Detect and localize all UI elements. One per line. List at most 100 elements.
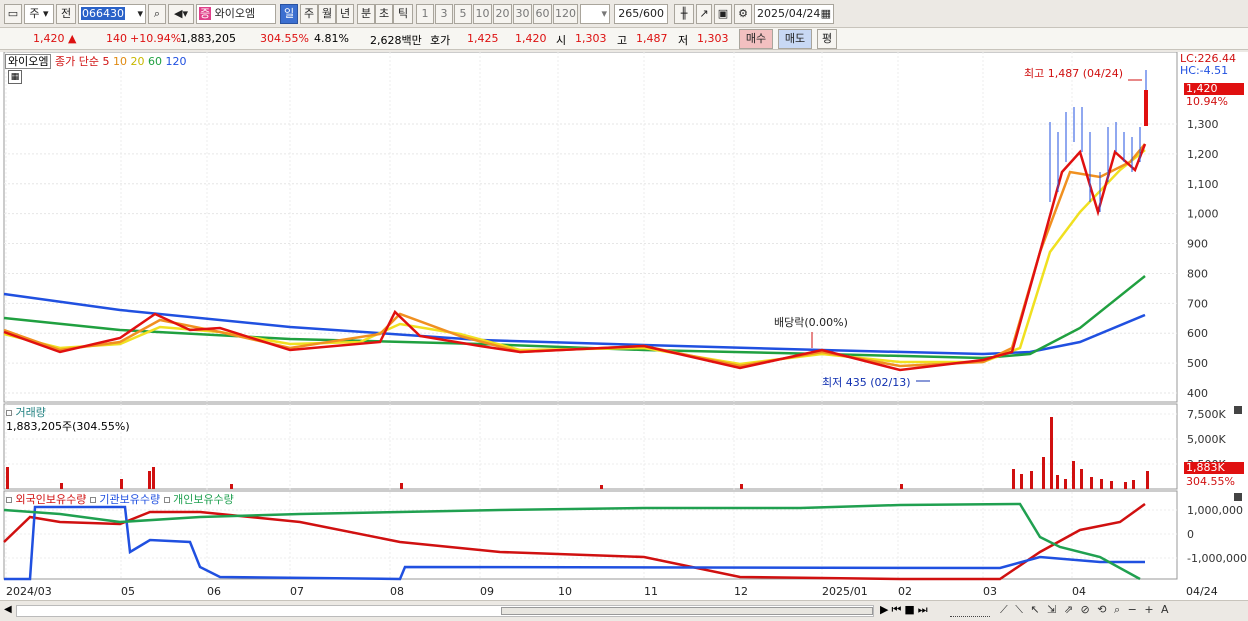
- legend-ma60: 60: [147, 55, 162, 68]
- minute-120[interactable]: 120: [553, 4, 578, 24]
- code-input[interactable]: 066430 ▾: [78, 4, 146, 24]
- code-value: 066430: [81, 7, 125, 20]
- chart-canvas[interactable]: 1,3001,2001,1001,00090080070060050040020…: [0, 51, 1248, 600]
- tab-year[interactable]: 년: [336, 4, 354, 24]
- scroll-thumb[interactable]: [501, 607, 873, 615]
- minute-60[interactable]: 60: [533, 4, 552, 24]
- chart-area: 1,300 1,200 1,100 1,000 900 800 700 600 500 400 20…: [0, 51, 1248, 600]
- stock-name-field[interactable]: 증 와이오엠: [196, 4, 276, 24]
- panel-marker-icon: [6, 497, 12, 503]
- calculator-icon[interactable]: ▦: [8, 70, 22, 84]
- time-tick-label: 03: [983, 585, 997, 598]
- legend-ma5: 5: [102, 55, 110, 68]
- price-tick-label: 1,200: [1187, 148, 1219, 161]
- menu-icon[interactable]: ▭: [4, 4, 22, 24]
- horizontal-scrollbar[interactable]: [16, 605, 874, 617]
- price-tick-label: 400: [1187, 387, 1208, 400]
- minute-1[interactable]: 1: [416, 4, 434, 24]
- count-input[interactable]: 265/600: [614, 4, 668, 24]
- amount-value: 2,628백만: [370, 34, 422, 47]
- current-price: 1,420: [33, 32, 65, 45]
- price-tick-label: 1,100: [1187, 178, 1219, 191]
- time-tick-label: 05: [121, 585, 135, 598]
- panel-marker-icon: [89, 497, 96, 503]
- evaluate-button[interactable]: 평: [817, 29, 837, 49]
- price-tick-label: 600: [1187, 327, 1208, 340]
- volume-bar: [6, 467, 9, 489]
- save-icon[interactable]: ▣: [714, 4, 732, 24]
- tab-second[interactable]: 초: [375, 4, 393, 24]
- prev-button[interactable]: 전: [56, 4, 76, 24]
- tab-day[interactable]: 일: [280, 4, 298, 24]
- tab-tick[interactable]: 틱: [393, 4, 413, 24]
- volume-bar: [1080, 469, 1083, 489]
- quote-bar: 1,420 ▲ 140 +10.94% 1,883,205 304.55% 4.…: [0, 28, 1248, 50]
- dividend-annotation: 배당락(0.00%): [774, 316, 848, 329]
- volume-last-tag: 1,883K: [1184, 462, 1244, 474]
- legend-individual: 개인보유수량: [173, 493, 234, 506]
- draw-icon[interactable]: ↗: [696, 4, 712, 24]
- tab-week[interactable]: 주: [300, 4, 318, 24]
- minute-3[interactable]: 3: [435, 4, 453, 24]
- custom-period-select[interactable]: ▾: [580, 4, 610, 24]
- count-total: /600: [639, 7, 664, 20]
- volume-tick-label: 7,500K: [1187, 408, 1226, 421]
- scroll-left-icon[interactable]: ◀: [4, 604, 12, 615]
- volume-bar: [1146, 471, 1149, 489]
- time-tick-label: 11: [644, 585, 658, 598]
- high-annotation: 최고 1,487 (04/24): [1024, 67, 1124, 80]
- market-select[interactable]: 주 ▾: [24, 4, 54, 24]
- gear-icon[interactable]: ⚙: [734, 4, 752, 24]
- ask-label: 호가: [430, 34, 451, 47]
- volume-value: 1,883,205: [180, 32, 236, 45]
- volume-bar: [1124, 482, 1127, 489]
- volume-bar: [148, 471, 151, 489]
- search-icon[interactable]: ⌕: [148, 4, 166, 24]
- playback-controls[interactable]: ▶⏮■⏭: [880, 603, 931, 617]
- last-price-tag: 1,420: [1184, 83, 1244, 95]
- open-value: 1,303: [575, 32, 607, 45]
- count-value: 265: [618, 7, 640, 20]
- date-input[interactable]: 2025/04/24 ▦: [754, 4, 834, 24]
- tab-month[interactable]: 월: [318, 4, 336, 24]
- volume-bar: [1064, 479, 1067, 489]
- panel-marker-icon: [6, 410, 12, 416]
- draw-tools[interactable]: ⟋ ⟍ ↖ ⇲ ⇗ ⊘ ⟲ ⌕ − + A: [1000, 603, 1171, 617]
- time-tick-label: 12: [734, 585, 748, 598]
- volume-close-icon[interactable]: [1234, 406, 1242, 414]
- buy-button[interactable]: 매수: [739, 29, 773, 49]
- low-value: 1,303: [697, 32, 729, 45]
- price-legend: 와이오엠 종가 단순 5 10 20 60 120: [5, 53, 186, 69]
- candle-icon[interactable]: ╫: [674, 4, 694, 24]
- time-tick-label: 06: [207, 585, 221, 598]
- sell-button[interactable]: 매도: [778, 29, 812, 49]
- volume-bar: [120, 479, 123, 489]
- volume-last-pct: 304.55%: [1186, 475, 1235, 488]
- volume-bar: [152, 467, 155, 489]
- volume-bar: [60, 483, 63, 489]
- volume-bar: [1012, 469, 1015, 489]
- volume-bar: [1090, 477, 1093, 489]
- hc-label: HC:-4.51: [1180, 64, 1229, 77]
- legend-ma-title: 종가 단순: [54, 55, 99, 68]
- minute-5[interactable]: 5: [454, 4, 472, 24]
- volume-bar: [1030, 471, 1033, 489]
- holders-tick-label: 1,000,000: [1187, 504, 1243, 517]
- minute-10[interactable]: 10: [473, 4, 492, 24]
- volume-bar: [740, 484, 743, 489]
- volume-panel-frame: [3, 403, 1178, 490]
- minute-20[interactable]: 20: [493, 4, 512, 24]
- volume-bar: [230, 484, 233, 489]
- volume-bar: [400, 483, 403, 489]
- volume-bar: [1042, 457, 1045, 489]
- minute-30[interactable]: 30: [513, 4, 532, 24]
- holders-close-icon[interactable]: [1234, 493, 1242, 501]
- tab-minute[interactable]: 분: [357, 4, 375, 24]
- low-annotation: 최저 435 (02/13): [822, 376, 911, 389]
- speaker-icon[interactable]: ◀▾: [168, 4, 194, 24]
- legend-institution: 기관보유수량: [99, 493, 161, 506]
- ma5-line: [3, 143, 1147, 372]
- zoom-track[interactable]: [950, 603, 990, 617]
- open-label: 시: [556, 34, 567, 47]
- time-tick-label: 10: [558, 585, 572, 598]
